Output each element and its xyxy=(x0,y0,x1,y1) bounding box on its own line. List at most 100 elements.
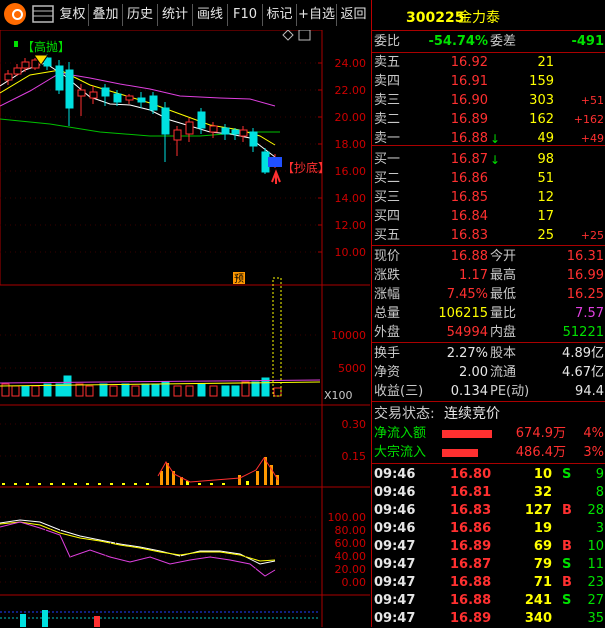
tick-side: B xyxy=(562,503,572,518)
bid-row[interactable]: 买四 16.84 17 xyxy=(372,208,605,226)
toolbar-fuquan-button[interactable]: 复权 xyxy=(57,4,89,26)
tick-price: 16.86 xyxy=(450,521,492,536)
fundamental-value: 4.67亿 xyxy=(562,365,604,380)
candle-body xyxy=(239,129,248,137)
fund-flow-label: 大宗流入 xyxy=(374,445,427,460)
price-tick-label: 10.00 xyxy=(335,246,367,259)
indicator-1-bar xyxy=(198,483,201,485)
volume-bar xyxy=(231,385,240,397)
stat-label: 内盘 xyxy=(490,325,517,340)
toolbar-back-button[interactable]: 返回 xyxy=(337,4,370,26)
toolbar-overlay-button[interactable]: 叠加 xyxy=(89,4,123,26)
toolbar: 复权 叠加 历史 统计 画线 F10 标记 +自选 返回 xyxy=(0,0,370,30)
indicator-2-panel: 100.0080.0060.0040.0020.000.00 xyxy=(0,511,366,589)
volume-bar xyxy=(109,385,118,397)
tick-row[interactable]: 09:46 16.80 10 S 9 xyxy=(372,466,605,484)
tick-row[interactable]: 09:46 16.86 19 3 xyxy=(372,520,605,538)
indicator-1-bar xyxy=(2,483,5,485)
price-tick-label: 20.00 xyxy=(335,111,367,124)
volume-bar xyxy=(151,383,160,397)
tick-volume: 71 xyxy=(533,575,552,590)
tick-row[interactable]: 09:47 16.87 79 S 11 xyxy=(372,556,605,574)
order-change: +25 xyxy=(580,229,604,242)
volume-tick-label: 5000 xyxy=(338,362,366,375)
indicator-2-tick-label: 40.00 xyxy=(335,550,367,563)
indicator-3-panel xyxy=(0,610,320,627)
toolbar-add-watchlist-button[interactable]: +自选 xyxy=(297,4,337,26)
ask-row[interactable]: 卖四 16.91 159 xyxy=(372,73,605,91)
tick-row[interactable]: 09:47 16.89 69 B 10 xyxy=(372,538,605,556)
bid-row[interactable]: 买二 16.86 51 xyxy=(372,170,605,188)
fundamental-label: 净资 xyxy=(374,365,401,380)
candle-body xyxy=(21,61,30,69)
menu-grid-icon[interactable] xyxy=(32,5,54,23)
tick-row[interactable]: 09:47 16.88 241 S 27 xyxy=(372,592,605,610)
bid-row[interactable]: 买三 16.85 12 xyxy=(372,189,605,207)
window-icon[interactable] xyxy=(298,30,311,41)
tick-volume: 10 xyxy=(533,467,552,482)
tick-row[interactable]: 09:46 16.83 127 B 28 xyxy=(372,502,605,520)
volume-bar xyxy=(221,385,230,397)
indicator-1-bar xyxy=(14,483,17,485)
volume-grid: 10000 5000 xyxy=(0,329,366,375)
fundamental-value: 94.4 xyxy=(575,384,604,399)
ask-row[interactable]: 卖二 16.89 162 +162 xyxy=(372,111,605,129)
volume-bar xyxy=(131,385,140,397)
tick-count: 10 xyxy=(587,539,604,554)
toolbar-f10-button[interactable]: F10 xyxy=(228,4,263,26)
stock-title: 300225 金力泰 xyxy=(372,8,605,28)
indicator-1-bar xyxy=(222,483,225,485)
order-change: +162 xyxy=(573,113,604,126)
toolbar-stats-button[interactable]: 统计 xyxy=(158,4,193,26)
tick-volume: 340 xyxy=(524,611,552,626)
order-level-label: 卖二 xyxy=(374,112,401,127)
tick-price: 16.87 xyxy=(450,557,492,572)
tick-price: 16.88 xyxy=(450,593,492,608)
volume-bar xyxy=(197,383,206,397)
order-price: 16.84 xyxy=(450,209,488,224)
toolbar-history-button[interactable]: 历史 xyxy=(123,4,158,26)
indicator-1-bar xyxy=(246,481,249,485)
tick-count: 8 xyxy=(595,485,604,500)
volume-bar xyxy=(75,383,84,397)
candle-body xyxy=(65,69,74,109)
tick-row[interactable]: 09:47 16.89 340 35 xyxy=(372,610,605,628)
candle-body xyxy=(4,73,13,81)
order-price: 16.87 xyxy=(450,152,488,167)
stat-value: 51221 xyxy=(562,325,604,340)
candle-body xyxy=(173,129,182,141)
indicator-1-bar xyxy=(134,483,137,485)
tick-price: 16.81 xyxy=(450,485,492,500)
candle-body xyxy=(261,151,270,173)
diamond-icon[interactable] xyxy=(282,30,294,41)
order-volume: 25 xyxy=(537,228,554,243)
volume-bar xyxy=(251,381,260,397)
bid-row[interactable]: 买一 16.87 98 xyxy=(372,151,605,169)
bid-row[interactable]: 买五 16.83 25 +25 xyxy=(372,227,605,245)
fundamental-row: 净资 2.00 流通 4.67亿 xyxy=(372,364,605,382)
high-sell-label: 【高抛】 xyxy=(22,39,70,54)
volume-bar xyxy=(141,383,150,397)
app-logo-icon[interactable] xyxy=(4,3,26,25)
toolbar-mark-button[interactable]: 标记 xyxy=(263,4,297,26)
tick-time: 09:46 xyxy=(374,503,416,518)
tick-row[interactable]: 09:46 16.81 32 8 xyxy=(372,484,605,502)
order-price: 16.89 xyxy=(450,112,488,127)
tick-price: 16.89 xyxy=(450,539,492,554)
volume-highlight-bar xyxy=(272,277,282,397)
kline-chart-area[interactable]: 24.00 22.00 20.00 18.00 16.00 14.00 12.00 10.00… xyxy=(0,30,370,627)
tick-count: 11 xyxy=(587,557,604,572)
ask-row[interactable]: 卖三 16.90 303 +51 xyxy=(372,92,605,110)
indicator-1-bar xyxy=(256,471,259,485)
ask-row[interactable]: 卖五 16.92 21 xyxy=(372,54,605,72)
tick-count: 23 xyxy=(587,575,604,590)
tick-time: 09:46 xyxy=(374,467,416,482)
indicator-2-line-white xyxy=(0,519,276,565)
toolbar-draw-button[interactable]: 画线 xyxy=(193,4,228,26)
volume-bar xyxy=(63,375,72,397)
tick-row[interactable]: 09:47 16.88 71 B 23 xyxy=(372,574,605,592)
order-price: 16.85 xyxy=(450,190,488,205)
fundamental-label: 收益(三) xyxy=(374,384,424,399)
quote-panel: 300225 金力泰 委比 -54.74% 委差 -491 卖五 16.92 21 卖… xyxy=(371,0,605,627)
indicator-1-tick-label: 0.15 xyxy=(342,450,367,463)
